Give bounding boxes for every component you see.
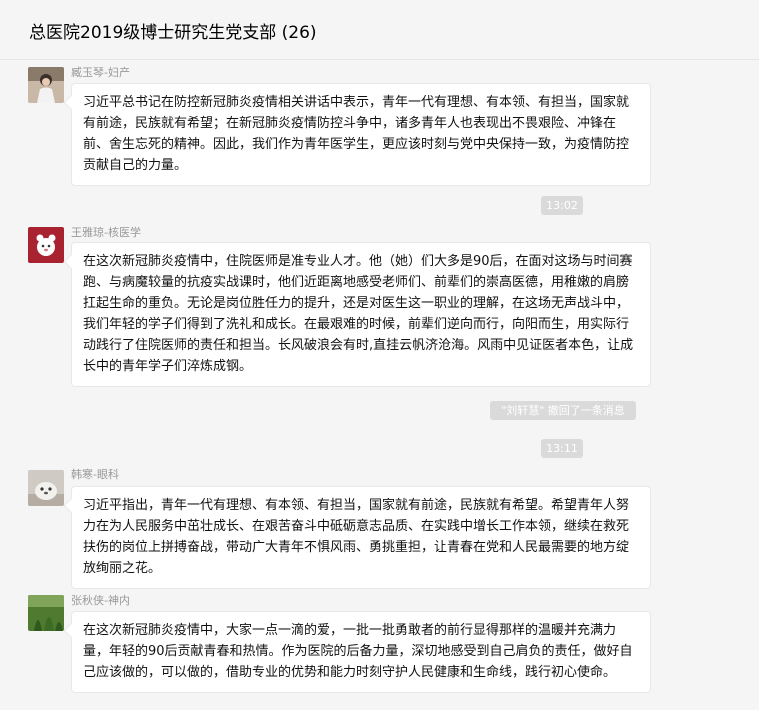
chat-title: 总医院2019级博士研究生党支部 (26): [29, 23, 317, 43]
timestamp: 13:11: [541, 439, 583, 458]
avatar[interactable]: [28, 227, 64, 263]
message-bubble[interactable]: 习近平指出，青年一代有理想、有本领、有担当，国家就有前途，民族就有希望。希望青年…: [71, 486, 651, 589]
timestamp: 13:02: [541, 196, 583, 215]
avatar[interactable]: [28, 595, 64, 631]
recall-notice: "刘轩慧" 撤回了一条消息: [490, 401, 636, 420]
nature-photo-avatar-icon: [28, 595, 64, 631]
animal-photo-avatar-icon: [28, 470, 64, 506]
message-sender: 韩寒-眼科: [71, 468, 119, 481]
message-bubble[interactable]: 在这次新冠肺炎疫情中，住院医师是准专业人才。他（她）们大多是90后，在面对这场与…: [71, 242, 651, 387]
message-bubble[interactable]: 习近平总书记在防控新冠肺炎疫情相关讲话中表示，青年一代有理想、有本领、有担当，国…: [71, 83, 651, 186]
message-sender: 张秋侠-神内: [71, 594, 130, 607]
avatar[interactable]: [28, 67, 64, 103]
message-bubble[interactable]: 在这次新冠肺炎疫情中，大家一点一滴的爱，一批一批勇敢者的前行显得那样的温暖并充满…: [71, 611, 651, 693]
message-sender: 臧玉琴-妇产: [71, 66, 130, 79]
person-photo-avatar-icon: [28, 67, 64, 103]
chat-header: 总医院2019级博士研究生党支部 (26): [0, 0, 759, 60]
cartoon-avatar-icon: [28, 227, 64, 263]
message-sender: 王雅琼-核医学: [71, 226, 141, 239]
avatar[interactable]: [28, 470, 64, 506]
